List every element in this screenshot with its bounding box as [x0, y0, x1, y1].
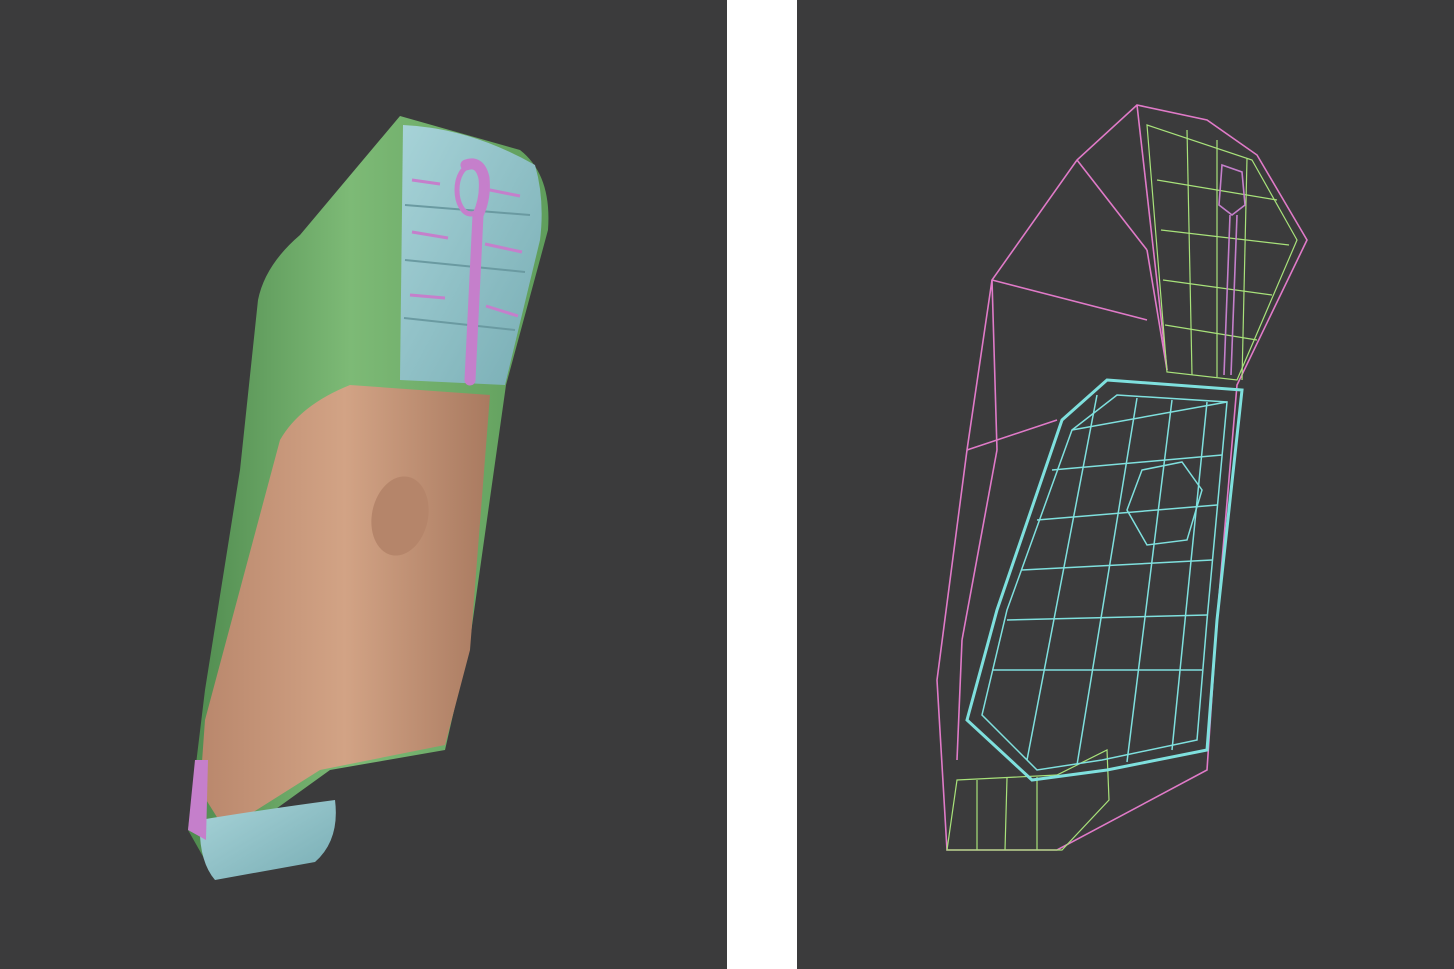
- wire-pink-edges: [936, 104, 1308, 851]
- comparison-frame: [0, 0, 1454, 969]
- wire-keyhole: [1218, 163, 1246, 376]
- side-strip: [188, 760, 208, 840]
- wireframe-model-render: [936, 104, 1308, 851]
- wire-cyan-grip: [965, 378, 1244, 782]
- panel-gutter: [727, 0, 797, 969]
- shaded-model-render: [188, 116, 549, 880]
- shaded-model-panel: [0, 0, 727, 969]
- wireframe-model-panel: [797, 0, 1454, 969]
